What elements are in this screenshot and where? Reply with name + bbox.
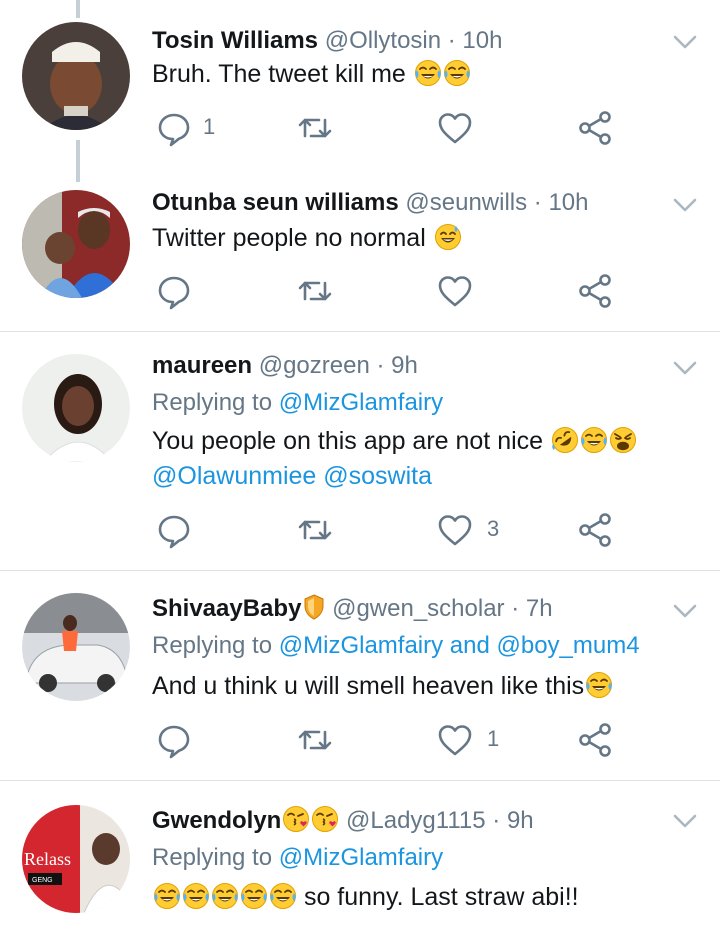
display-name[interactable]: Tosin Williams <box>152 27 318 54</box>
heart-icon[interactable] <box>435 108 475 148</box>
rolling-on-floor-laughing-icon <box>551 426 579 454</box>
face-with-tears-of-joy-icon <box>585 671 613 699</box>
face-blowing-kiss-icon <box>311 805 339 833</box>
display-name[interactable]: ShivaayBaby <box>152 595 301 622</box>
heart-icon[interactable] <box>435 271 475 311</box>
like-count: 1 <box>487 726 500 751</box>
replying-to-label: Replying to <box>152 632 273 659</box>
reply-count: 1 <box>203 114 216 139</box>
face-with-tears-of-joy-icon <box>153 882 181 910</box>
chevron-down-icon[interactable] <box>672 813 698 829</box>
replying-to-link[interactable]: @MizGlamfairy <box>279 844 443 871</box>
retweet-icon[interactable] <box>295 510 335 550</box>
replying-to-label: Replying to <box>152 844 273 871</box>
display-name[interactable]: maureen <box>152 352 252 379</box>
face-with-tears-of-joy-icon <box>211 882 239 910</box>
tweet-text: You people on this app are not nice <box>152 427 544 455</box>
retweet-icon[interactable] <box>295 271 335 311</box>
avatar[interactable] <box>22 593 130 701</box>
weary-face-icon <box>609 426 637 454</box>
reply-bubble-icon[interactable] <box>154 510 194 550</box>
face-with-tears-of-joy-icon <box>182 882 210 910</box>
retweet-icon[interactable] <box>295 108 335 148</box>
avatar[interactable] <box>22 354 130 462</box>
timestamp[interactable]: 10h <box>548 189 588 216</box>
separator: · <box>504 595 526 622</box>
face-with-tears-of-joy-icon <box>443 59 471 87</box>
heart-icon[interactable] <box>435 720 475 760</box>
chevron-down-icon[interactable] <box>672 360 698 376</box>
retweet-icon[interactable] <box>295 720 335 760</box>
replying-to-label: Replying to <box>152 389 273 416</box>
tweet-text: Bruh. The tweet kill me <box>152 60 406 88</box>
avatar[interactable]: Relass GENG <box>22 805 130 913</box>
chevron-down-icon[interactable] <box>672 197 698 213</box>
face-with-tears-of-joy-icon <box>269 882 297 910</box>
tweet[interactable]: ShivaayBaby @gwen_scholar · 7h Replying … <box>0 571 720 780</box>
share-icon[interactable] <box>575 510 615 550</box>
face-with-tears-of-joy-icon <box>414 59 442 87</box>
share-icon[interactable] <box>575 108 615 148</box>
tweet[interactable]: Tosin Williams @Ollytosin · 10h Bruh. Th… <box>0 0 720 165</box>
mention-links[interactable]: @Olawunmiee @soswita <box>152 462 432 490</box>
reply-bubble-icon[interactable] <box>154 108 194 148</box>
tweet-text: Twitter people no normal <box>152 224 426 252</box>
face-with-tears-of-joy-icon <box>240 882 268 910</box>
face-with-tears-of-joy-icon <box>580 426 608 454</box>
separator: · <box>485 807 507 834</box>
replying-to-link[interactable]: @MizGlamfairy <box>279 389 443 416</box>
tweet[interactable]: maureen @gozreen · 9h Replying to @MizGl… <box>0 332 720 570</box>
heart-icon[interactable] <box>435 510 475 550</box>
avatar-text: Relass <box>24 849 71 869</box>
tweet-text: And u think u will smell heaven like thi… <box>152 672 585 700</box>
share-icon[interactable] <box>575 271 615 311</box>
user-handle[interactable]: @seunwills <box>405 189 527 216</box>
display-name[interactable]: Otunba seun williams <box>152 189 399 216</box>
reply-bubble-icon[interactable] <box>154 271 194 311</box>
timestamp[interactable]: 9h <box>391 352 418 379</box>
replying-to-link[interactable]: @MizGlamfairy and @boy_mum4 <box>279 632 640 659</box>
timestamp[interactable]: 10h <box>462 27 502 54</box>
separator: · <box>441 27 463 54</box>
user-handle[interactable]: @gozreen <box>259 352 370 379</box>
user-handle[interactable]: @Ladyg1115 <box>346 807 486 834</box>
reply-bubble-icon[interactable] <box>154 720 194 760</box>
timestamp[interactable]: 7h <box>526 595 553 622</box>
separator: · <box>527 189 549 216</box>
shield-emoji-icon <box>303 594 325 620</box>
share-icon[interactable] <box>575 720 615 760</box>
tweet-text: so funny. Last straw abi!! <box>303 883 579 911</box>
timestamp[interactable]: 9h <box>507 807 534 834</box>
user-handle[interactable]: @Ollytosin <box>325 27 441 54</box>
avatar-subtext: GENG <box>32 877 53 884</box>
tweet[interactable]: Otunba seun williams @seunwills · 10h Tw… <box>0 165 720 331</box>
like-count: 3 <box>487 516 500 541</box>
chevron-down-icon[interactable] <box>672 34 698 50</box>
tweet[interactable]: Relass GENG Gwendolyn @Ladyg1115 · 9h Re… <box>0 781 720 935</box>
user-handle[interactable]: @gwen_scholar <box>332 595 504 622</box>
face-blowing-kiss-icon <box>282 805 310 833</box>
grinning-sweat-face-icon <box>434 223 462 251</box>
display-name[interactable]: Gwendolyn <box>152 807 281 834</box>
chevron-down-icon[interactable] <box>672 603 698 619</box>
separator: · <box>369 352 392 379</box>
